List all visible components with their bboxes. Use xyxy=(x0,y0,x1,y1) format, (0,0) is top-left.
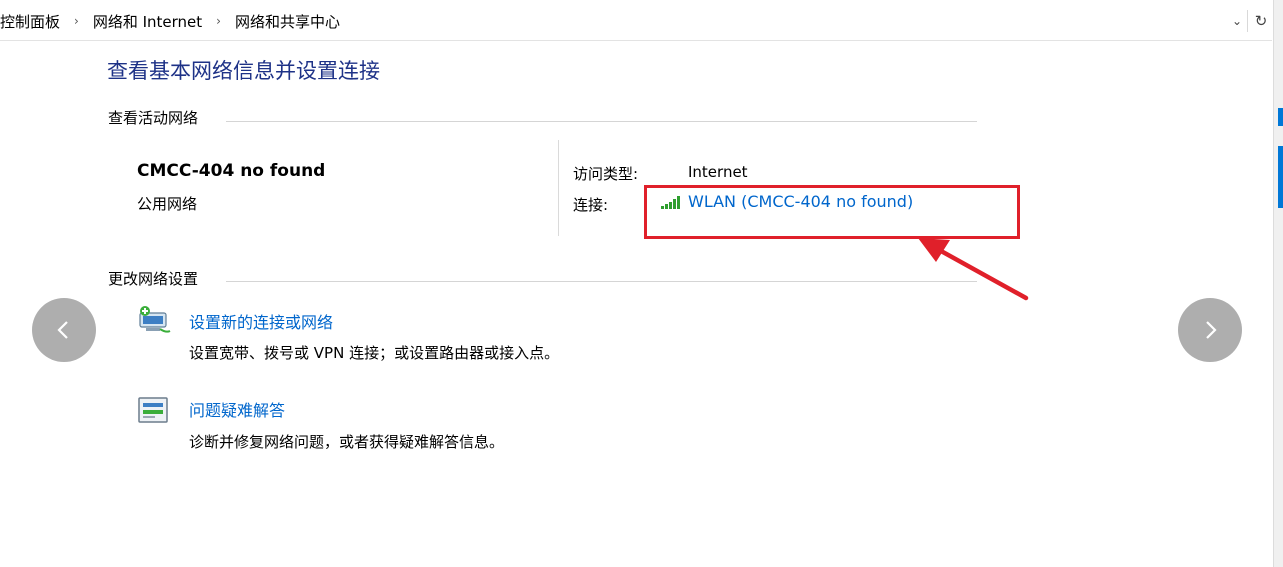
section-divider xyxy=(226,121,977,122)
access-type-label: 访问类型: xyxy=(573,165,639,183)
breadcrumb-item-network-internet[interactable]: 网络和 Internet xyxy=(93,11,202,32)
scroll-indicator xyxy=(1278,146,1283,208)
chevron-right-icon xyxy=(1206,321,1217,339)
breadcrumb-item-network-sharing-center[interactable]: 网络和共享中心 xyxy=(235,11,340,32)
setup-new-connection-description: 设置宽带、拨号或 VPN 连接；或设置路由器或接入点。 xyxy=(189,344,560,362)
section-heading-change-settings: 更改网络设置 xyxy=(108,270,199,288)
scroll-indicator xyxy=(1278,108,1283,126)
breadcrumb-separator-icon[interactable]: › xyxy=(74,14,79,28)
divider xyxy=(0,40,1272,41)
breadcrumb: 控制面板 › 网络和 Internet › 网络和共享中心 xyxy=(0,11,340,31)
annotation-arrow-icon xyxy=(918,238,1029,301)
troubleshoot-description: 诊断并修复网络问题，或者获得疑难解答信息。 xyxy=(189,433,505,451)
page-title: 查看基本网络信息并设置连接 xyxy=(107,59,380,83)
refresh-icon[interactable]: ↻ xyxy=(1251,10,1271,32)
address-bar: 控制面板 › 网络和 Internet › 网络和共享中心 ⌄ ↻ xyxy=(0,0,1283,42)
divider xyxy=(1247,10,1248,32)
chevron-down-icon[interactable]: ⌄ xyxy=(1229,12,1245,30)
access-type-value: Internet xyxy=(688,163,748,181)
section-divider xyxy=(226,281,977,282)
scrollbar[interactable] xyxy=(1273,0,1283,567)
new-connection-icon xyxy=(139,306,171,333)
network-type[interactable]: 公用网络 xyxy=(137,193,197,214)
section-heading-active-networks: 查看活动网络 xyxy=(108,109,199,127)
troubleshoot-link[interactable]: 问题疑难解答 xyxy=(189,397,285,421)
next-button[interactable] xyxy=(1178,298,1242,362)
connection-label: 连接: xyxy=(573,196,609,214)
chevron-left-icon xyxy=(57,321,68,339)
setup-new-connection-link[interactable]: 设置新的连接或网络 xyxy=(189,309,333,333)
divider xyxy=(558,140,559,236)
troubleshoot-icon xyxy=(138,397,168,423)
prev-button[interactable] xyxy=(32,298,96,362)
breadcrumb-separator-icon[interactable]: › xyxy=(216,14,221,28)
network-name: CMCC-404 no found xyxy=(137,161,326,181)
breadcrumb-item-control-panel[interactable]: 控制面板 xyxy=(0,11,60,32)
